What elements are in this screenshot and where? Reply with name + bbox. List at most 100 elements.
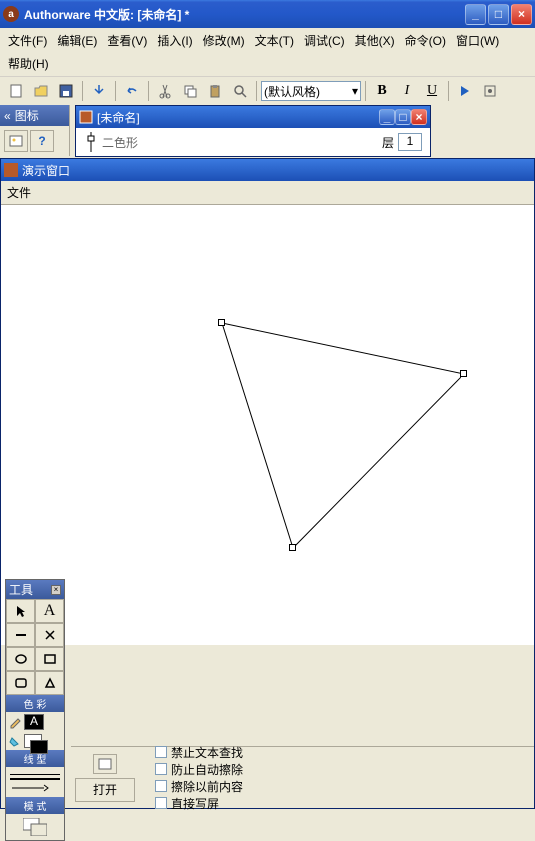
presentation-menu-file[interactable]: 文件: [7, 186, 31, 200]
undo-button[interactable]: [120, 79, 144, 103]
panel-expand-icon[interactable]: «: [4, 109, 11, 123]
toolbar-separator: [115, 81, 116, 101]
vertex-handle[interactable]: [460, 370, 467, 377]
pen-color-swatch[interactable]: A: [24, 714, 44, 730]
style-dropdown[interactable]: (默认风格) ▾: [261, 81, 361, 101]
import-button[interactable]: [87, 79, 111, 103]
display-icon-button[interactable]: [4, 130, 28, 152]
window-title: Authorware 中文版: [未命名] *: [24, 6, 465, 23]
vertex-handle[interactable]: [218, 319, 225, 326]
menu-text[interactable]: 文本(T): [251, 30, 298, 51]
dropdown-arrow-icon: ▾: [352, 84, 358, 98]
open-icon-button[interactable]: 打开: [75, 778, 135, 802]
menu-command[interactable]: 命令(O): [401, 30, 450, 51]
line-style-thick[interactable]: [10, 778, 60, 780]
mode-swatch[interactable]: [23, 818, 47, 836]
doc-maximize-button[interactable]: □: [395, 109, 411, 125]
level-label: 层: [382, 134, 394, 151]
triangle-shape[interactable]: [141, 305, 461, 585]
toolbar-separator: [365, 81, 366, 101]
doc-minimize-button[interactable]: _: [379, 109, 395, 125]
toolbar-separator: [256, 81, 257, 101]
save-all-button[interactable]: [54, 79, 78, 103]
icons-panel-title: 图标: [15, 107, 39, 124]
icon-preview: [93, 754, 117, 774]
oval-tool[interactable]: [6, 647, 35, 671]
option-row: 防止自动擦除: [155, 761, 243, 778]
menu-debug[interactable]: 调试(C): [300, 30, 349, 51]
doc-close-button[interactable]: ×: [411, 109, 427, 125]
polygon-tool[interactable]: [35, 671, 64, 695]
doc-content: 二色形 层 1: [76, 128, 430, 156]
toolbar-separator: [448, 81, 449, 101]
icons-panel-header: « 图标: [0, 105, 69, 126]
pencil-icon: [8, 715, 22, 729]
tools-palette: 工具 × A 色 彩 A: [5, 579, 65, 841]
line-style-section: [6, 767, 64, 797]
new-button[interactable]: [4, 79, 28, 103]
menu-window[interactable]: 窗口(W): [452, 30, 503, 51]
toolbar: (默认风格) ▾ B I U: [0, 76, 535, 105]
find-button[interactable]: [228, 79, 252, 103]
level-input[interactable]: 1: [398, 133, 422, 151]
flowline-icon: [84, 132, 98, 152]
doc-titlebar: [未命名] _ □ ×: [76, 106, 430, 128]
checkbox-prevent-auto-erase[interactable]: [155, 763, 167, 775]
underline-button[interactable]: U: [420, 79, 444, 103]
canvas[interactable]: [1, 205, 534, 645]
menu-view[interactable]: 查看(V): [103, 30, 151, 51]
menubar: 文件(F) 编辑(E) 查看(V) 插入(I) 修改(M) 文本(T) 调试(C…: [0, 28, 535, 76]
window-controls: _ □ ×: [465, 4, 532, 25]
menu-file[interactable]: 文件(F): [4, 30, 51, 51]
icons-panel-body: ?: [0, 126, 69, 156]
menu-insert[interactable]: 插入(I): [153, 30, 196, 51]
mode-section-label: 模 式: [6, 797, 64, 814]
help-button[interactable]: ?: [30, 130, 54, 152]
tool-grid: A: [6, 599, 64, 695]
flow-item-label[interactable]: 二色形: [102, 134, 138, 151]
diagonal-tool[interactable]: [35, 623, 64, 647]
workspace: « 图标 ? [未命名] _ □ × 二色形 层 1: [0, 105, 535, 717]
menu-edit[interactable]: 编辑(E): [53, 30, 101, 51]
presentation-icon: [4, 163, 18, 177]
bottom-bar: 打开 禁止文本查找 防止自动擦除 擦除以前内容 直接写屏: [71, 746, 534, 808]
options-group: 禁止文本查找 防止自动擦除 擦除以前内容 直接写屏: [155, 744, 243, 812]
cut-button[interactable]: [153, 79, 177, 103]
text-tool[interactable]: A: [35, 599, 64, 623]
copy-button[interactable]: [178, 79, 202, 103]
minimize-button[interactable]: _: [465, 4, 486, 25]
pointer-tool[interactable]: [6, 599, 35, 623]
option-row: 擦除以前内容: [155, 778, 243, 795]
menu-help[interactable]: 帮助(H): [4, 53, 53, 74]
checkbox-direct-to-screen[interactable]: [155, 797, 167, 809]
control-panel-button[interactable]: [478, 79, 502, 103]
fill-color-row: [6, 732, 64, 750]
run-button[interactable]: [453, 79, 477, 103]
paste-button[interactable]: [203, 79, 227, 103]
roundrect-tool[interactable]: [6, 671, 35, 695]
italic-button[interactable]: I: [395, 79, 419, 103]
vertex-handle[interactable]: [289, 544, 296, 551]
main-titlebar: a Authorware 中文版: [未命名] * _ □ ×: [0, 0, 535, 28]
checkbox-erase-previous[interactable]: [155, 780, 167, 792]
line-tool[interactable]: [6, 623, 35, 647]
close-button[interactable]: ×: [511, 4, 532, 25]
doc-title: [未命名]: [97, 109, 140, 126]
rect-tool[interactable]: [35, 647, 64, 671]
maximize-button[interactable]: □: [488, 4, 509, 25]
tools-palette-header[interactable]: 工具 ×: [6, 580, 64, 599]
checkbox-disable-text-search[interactable]: [155, 746, 167, 758]
presentation-window: 演示窗口 文件 工具 × A: [0, 158, 535, 809]
presentation-menubar: 文件: [1, 181, 534, 205]
presentation-titlebar: 演示窗口: [1, 159, 534, 181]
menu-other[interactable]: 其他(X): [351, 30, 399, 51]
toolbar-separator: [82, 81, 83, 101]
menu-modify[interactable]: 修改(M): [199, 30, 249, 51]
fg-color-swatch[interactable]: [30, 740, 48, 754]
line-arrow-style[interactable]: [10, 783, 50, 793]
open-button[interactable]: [29, 79, 53, 103]
level-indicator: 层 1: [382, 133, 422, 151]
palette-close-button[interactable]: ×: [51, 585, 61, 595]
bold-button[interactable]: B: [370, 79, 394, 103]
line-style-thin[interactable]: [10, 774, 60, 775]
